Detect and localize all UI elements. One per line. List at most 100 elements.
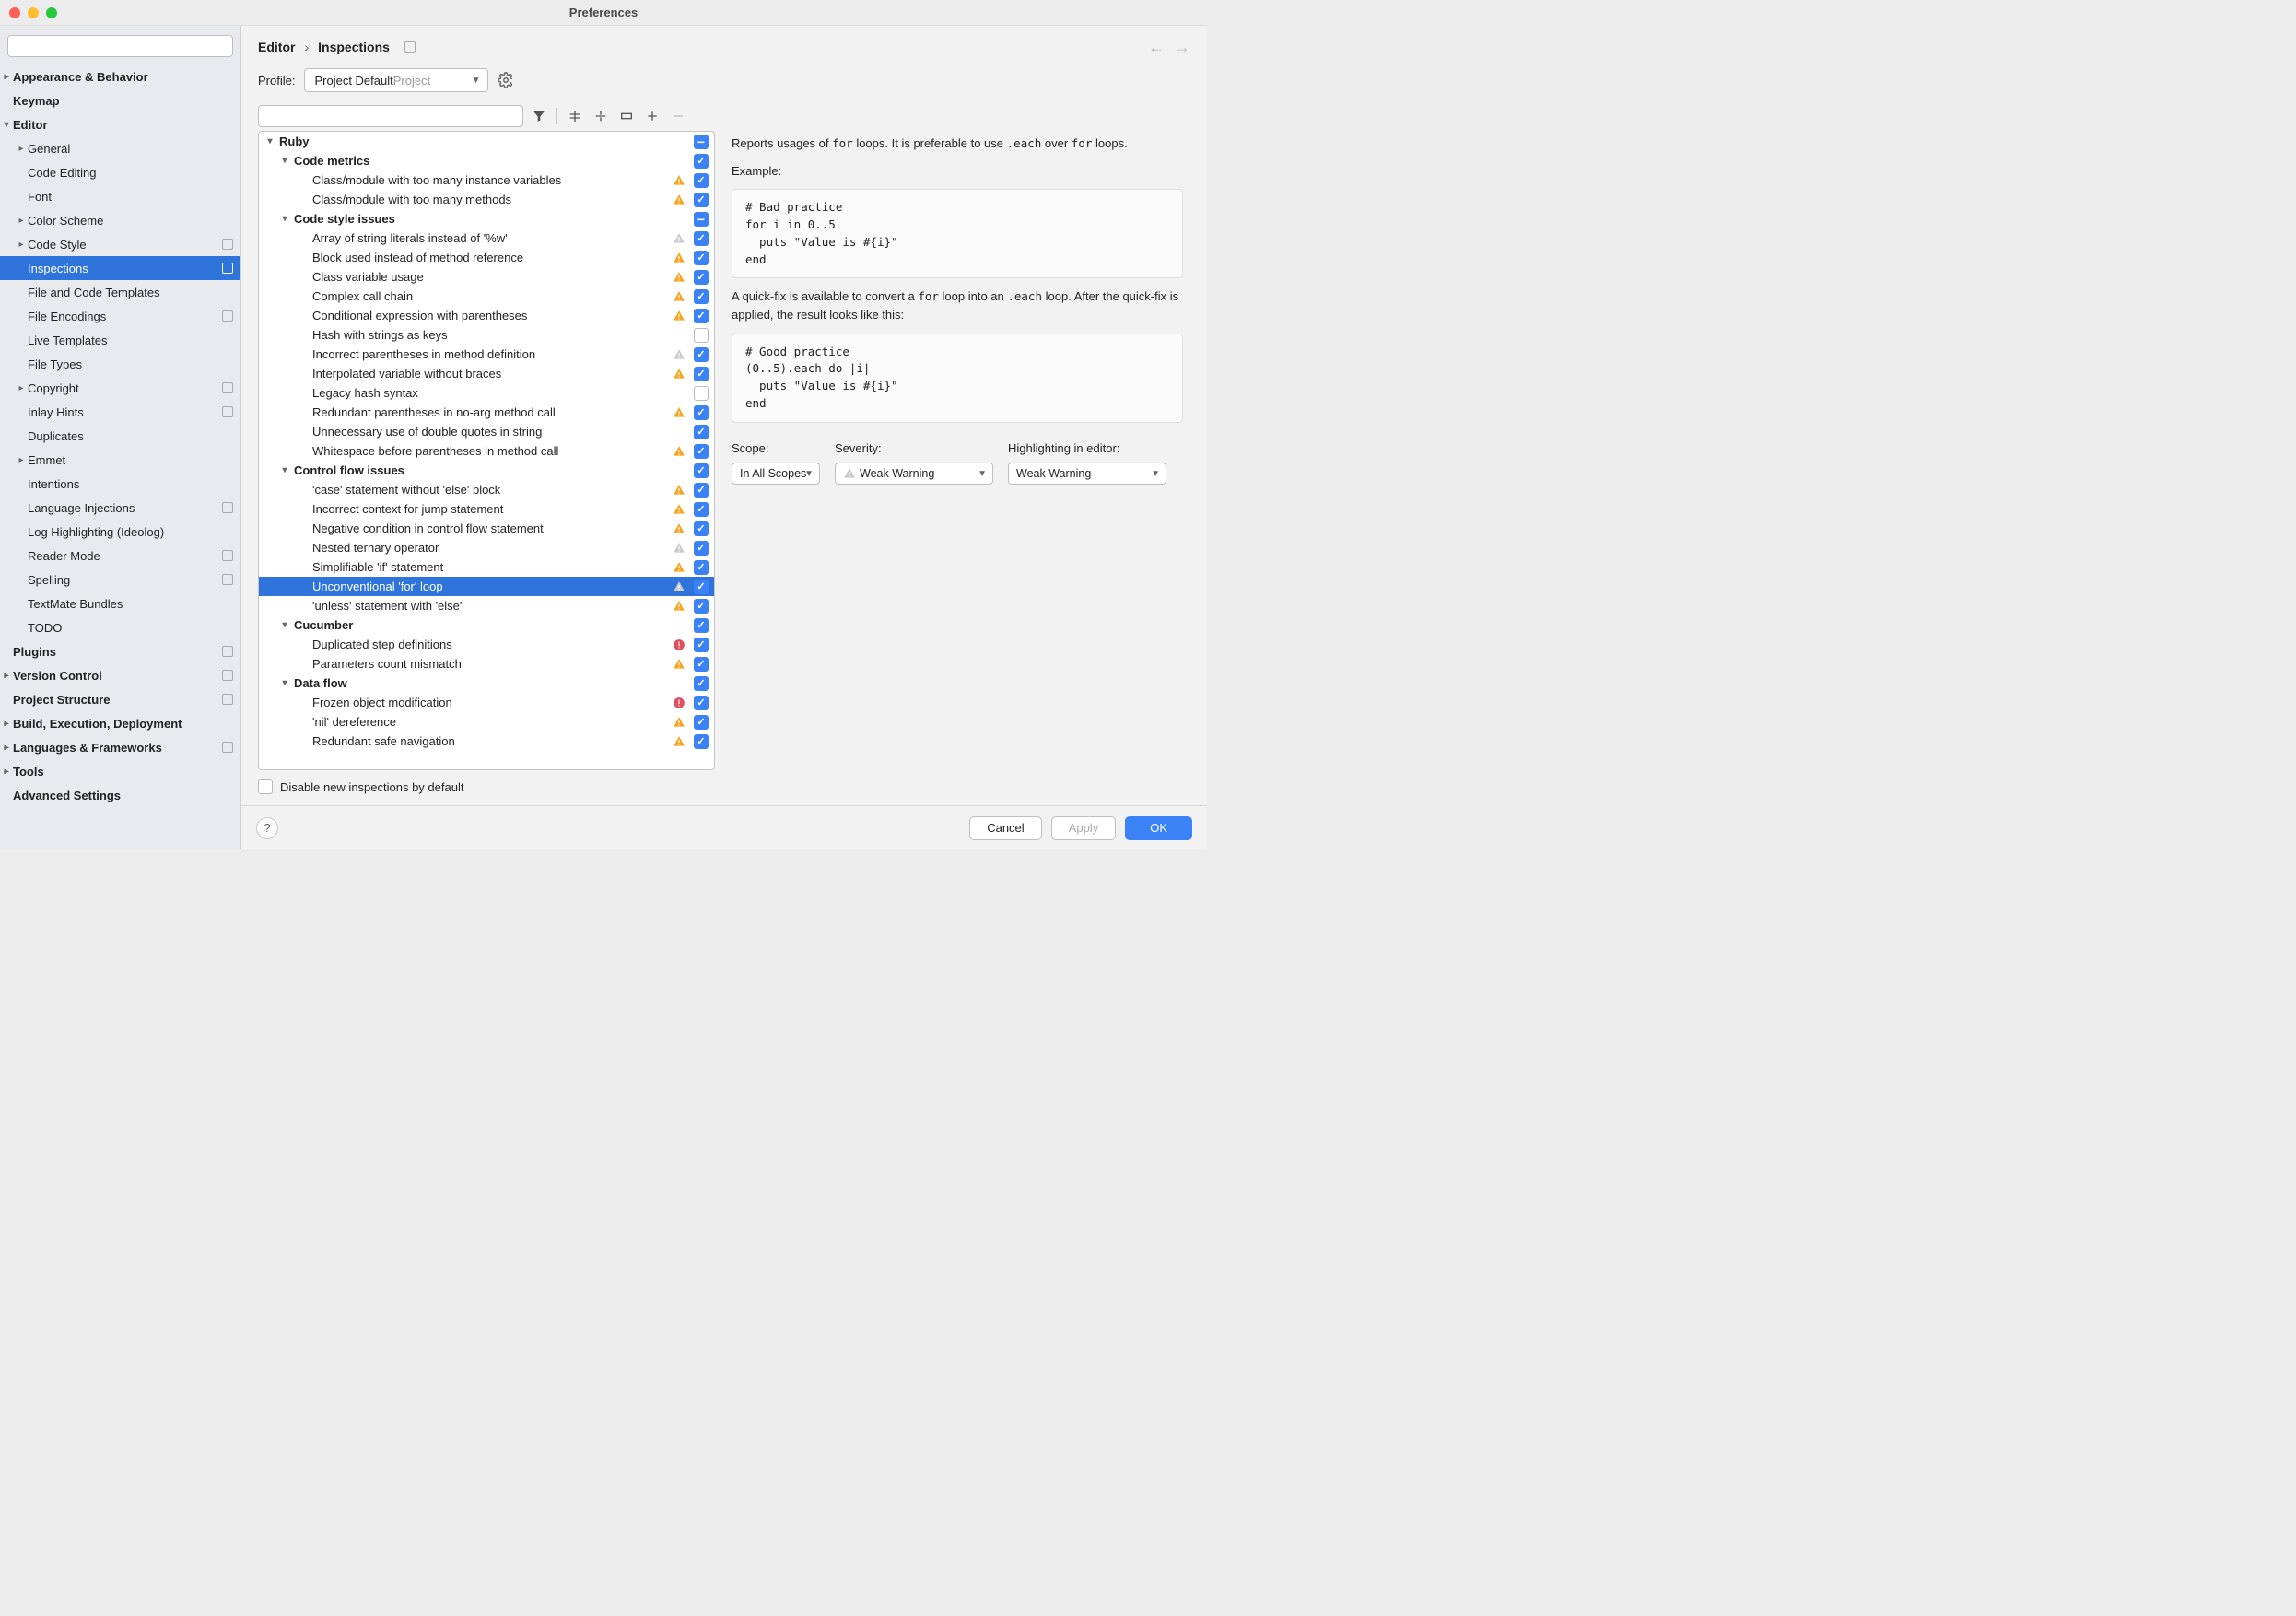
inspection-row[interactable]: Incorrect parentheses in method definiti… bbox=[259, 345, 714, 364]
inspection-row[interactable]: Complex call chain✓ bbox=[259, 287, 714, 306]
expand-all-icon[interactable] bbox=[565, 106, 585, 126]
inspection-row[interactable]: Duplicated step definitions✓ bbox=[259, 635, 714, 654]
inspection-row[interactable]: Frozen object modification✓ bbox=[259, 693, 714, 712]
inspection-row[interactable]: Array of string literals instead of '%w'… bbox=[259, 228, 714, 248]
sidebar-item-spelling[interactable]: Spelling bbox=[0, 568, 240, 591]
inspection-row[interactable]: ▾Ruby− bbox=[259, 132, 714, 151]
highlight-select[interactable]: Weak Warning ▼ bbox=[1008, 463, 1166, 485]
enabled-checkbox[interactable]: ✓ bbox=[694, 405, 709, 420]
close-window-icon[interactable] bbox=[9, 7, 20, 18]
enabled-checkbox[interactable]: ✓ bbox=[694, 696, 709, 710]
sidebar-item-build-execution-deployment[interactable]: ▸Build, Execution, Deployment bbox=[0, 711, 240, 735]
sidebar-item-general[interactable]: ▸General bbox=[0, 136, 240, 160]
profile-select[interactable]: Project Default Project ▼ bbox=[304, 68, 488, 92]
inspection-row[interactable]: Legacy hash syntax bbox=[259, 383, 714, 403]
enabled-checkbox[interactable]: ✓ bbox=[694, 270, 709, 285]
inspection-row[interactable]: 'unless' statement with 'else'✓ bbox=[259, 596, 714, 615]
sidebar-item-textmate-bundles[interactable]: TextMate Bundles bbox=[0, 591, 240, 615]
gear-icon[interactable] bbox=[498, 72, 514, 88]
sidebar-item-languages-frameworks[interactable]: ▸Languages & Frameworks bbox=[0, 735, 240, 759]
collapse-all-icon[interactable] bbox=[591, 106, 611, 126]
inspection-row[interactable]: ▾Code metrics✓ bbox=[259, 151, 714, 170]
sidebar-item-copyright[interactable]: ▸Copyright bbox=[0, 376, 240, 400]
sidebar-item-keymap[interactable]: Keymap bbox=[0, 88, 240, 112]
apply-button[interactable]: Apply bbox=[1051, 816, 1117, 840]
help-button[interactable]: ? bbox=[256, 817, 278, 839]
enabled-checkbox[interactable]: − bbox=[694, 212, 709, 227]
inspection-row[interactable]: Redundant parentheses in no-arg method c… bbox=[259, 403, 714, 422]
enabled-checkbox[interactable]: ✓ bbox=[694, 734, 709, 749]
sidebar-item-font[interactable]: Font bbox=[0, 184, 240, 208]
sidebar-item-tools[interactable]: ▸Tools bbox=[0, 759, 240, 783]
sidebar-search-input[interactable] bbox=[7, 35, 233, 57]
inspection-row[interactable]: Class variable usage✓ bbox=[259, 267, 714, 287]
inspection-row[interactable]: Interpolated variable without braces✓ bbox=[259, 364, 714, 383]
sidebar-item-intentions[interactable]: Intentions bbox=[0, 472, 240, 496]
sidebar-item-file-types[interactable]: File Types bbox=[0, 352, 240, 376]
sidebar-item-language-injections[interactable]: Language Injections bbox=[0, 496, 240, 520]
disable-checkbox[interactable] bbox=[258, 779, 273, 794]
enabled-checkbox[interactable]: ✓ bbox=[694, 715, 709, 730]
inspection-row[interactable]: ▾Cucumber✓ bbox=[259, 615, 714, 635]
nav-forward-icon[interactable]: → bbox=[1174, 38, 1190, 57]
enabled-checkbox[interactable]: ✓ bbox=[694, 251, 709, 265]
sidebar-item-file-and-code-templates[interactable]: File and Code Templates bbox=[0, 280, 240, 304]
inspection-row[interactable]: Redundant safe navigation✓ bbox=[259, 732, 714, 751]
enabled-checkbox[interactable]: ✓ bbox=[694, 289, 709, 304]
remove-icon[interactable] bbox=[668, 106, 688, 126]
reset-icon[interactable] bbox=[616, 106, 637, 126]
sidebar-item-color-scheme[interactable]: ▸Color Scheme bbox=[0, 208, 240, 232]
sidebar-item-plugins[interactable]: Plugins bbox=[0, 639, 240, 663]
inspection-row[interactable]: Block used instead of method reference✓ bbox=[259, 248, 714, 267]
enabled-checkbox[interactable]: ✓ bbox=[694, 676, 709, 691]
enabled-checkbox[interactable]: ✓ bbox=[694, 560, 709, 575]
sidebar-item-live-templates[interactable]: Live Templates bbox=[0, 328, 240, 352]
cancel-button[interactable]: Cancel bbox=[969, 816, 1041, 840]
enabled-checkbox[interactable]: ✓ bbox=[694, 521, 709, 536]
inspection-row[interactable]: Nested ternary operator✓ bbox=[259, 538, 714, 557]
enabled-checkbox[interactable]: ✓ bbox=[694, 425, 709, 439]
enabled-checkbox[interactable]: ✓ bbox=[694, 599, 709, 614]
enabled-checkbox[interactable]: ✓ bbox=[694, 444, 709, 459]
sidebar-item-reader-mode[interactable]: Reader Mode bbox=[0, 544, 240, 568]
sidebar-item-emmet[interactable]: ▸Emmet bbox=[0, 448, 240, 472]
inspection-row[interactable]: Class/module with too many methods✓ bbox=[259, 190, 714, 209]
enabled-checkbox[interactable]: ✓ bbox=[694, 483, 709, 498]
enabled-checkbox[interactable]: ✓ bbox=[694, 154, 709, 169]
inspection-tree[interactable]: ▾Ruby−▾Code metrics✓Class/module with to… bbox=[258, 131, 715, 770]
severity-select[interactable]: Weak Warning ▼ bbox=[835, 463, 993, 485]
sidebar-item-project-structure[interactable]: Project Structure bbox=[0, 687, 240, 711]
enabled-checkbox[interactable]: ✓ bbox=[694, 580, 709, 594]
sidebar-item-advanced-settings[interactable]: Advanced Settings bbox=[0, 783, 240, 807]
inspection-row[interactable]: 'case' statement without 'else' block✓ bbox=[259, 480, 714, 499]
sidebar-item-appearance-behavior[interactable]: ▸Appearance & Behavior bbox=[0, 64, 240, 88]
sidebar-item-code-editing[interactable]: Code Editing bbox=[0, 160, 240, 184]
inspection-row[interactable]: Unconventional 'for' loop✓ bbox=[259, 577, 714, 596]
zoom-window-icon[interactable] bbox=[46, 7, 57, 18]
enabled-checkbox[interactable]: ✓ bbox=[694, 309, 709, 323]
inspection-row[interactable]: Parameters count mismatch✓ bbox=[259, 654, 714, 673]
inspection-row[interactable]: ▾Code style issues− bbox=[259, 209, 714, 228]
sidebar-item-code-style[interactable]: ▸Code Style bbox=[0, 232, 240, 256]
enabled-checkbox[interactable] bbox=[694, 328, 709, 343]
sidebar-item-log-highlighting-ideolog-[interactable]: Log Highlighting (Ideolog) bbox=[0, 520, 240, 544]
enabled-checkbox[interactable]: ✓ bbox=[694, 657, 709, 672]
enabled-checkbox[interactable]: ✓ bbox=[694, 367, 709, 381]
enabled-checkbox[interactable]: ✓ bbox=[694, 618, 709, 633]
inspection-row[interactable]: 'nil' dereference✓ bbox=[259, 712, 714, 732]
sidebar-item-inspections[interactable]: Inspections bbox=[0, 256, 240, 280]
nav-back-icon[interactable]: ← bbox=[1148, 38, 1165, 57]
inspection-row[interactable]: Simplifiable 'if' statement✓ bbox=[259, 557, 714, 577]
sidebar-item-editor[interactable]: ▾Editor bbox=[0, 112, 240, 136]
enabled-checkbox[interactable]: ✓ bbox=[694, 502, 709, 517]
inspection-row[interactable]: Class/module with too many instance vari… bbox=[259, 170, 714, 190]
inspection-row[interactable]: Whitespace before parentheses in method … bbox=[259, 441, 714, 461]
sidebar-item-version-control[interactable]: ▸Version Control bbox=[0, 663, 240, 687]
inspection-row[interactable]: ▾Data flow✓ bbox=[259, 673, 714, 693]
enabled-checkbox[interactable]: ✓ bbox=[694, 173, 709, 188]
inspection-row[interactable]: Hash with strings as keys bbox=[259, 325, 714, 345]
ok-button[interactable]: OK bbox=[1125, 816, 1192, 840]
inspection-row[interactable]: Incorrect context for jump statement✓ bbox=[259, 499, 714, 519]
enabled-checkbox[interactable]: ✓ bbox=[694, 193, 709, 207]
inspection-search-input[interactable] bbox=[258, 105, 523, 127]
